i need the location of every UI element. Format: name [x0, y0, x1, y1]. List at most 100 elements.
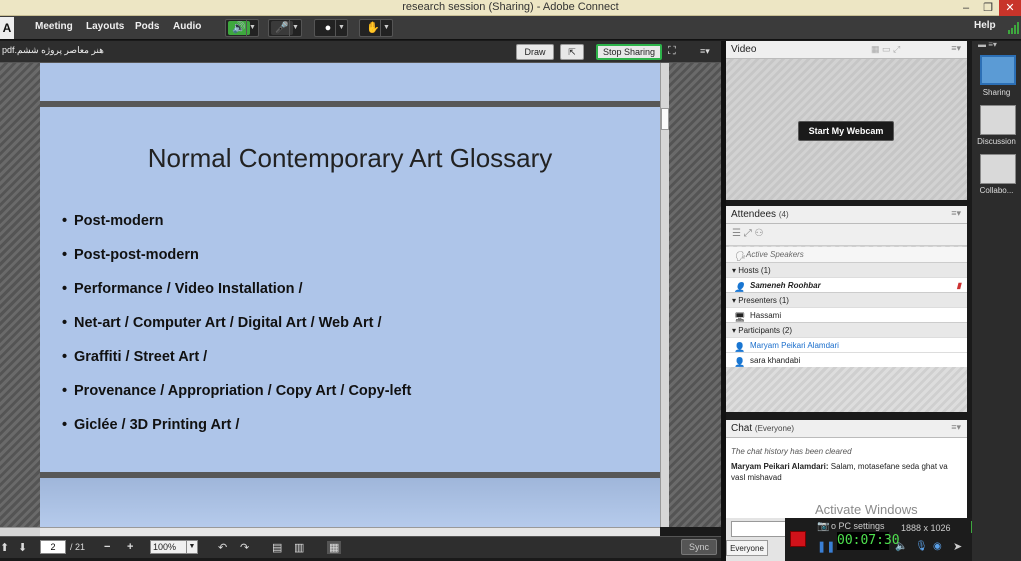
video-pod-header: Video ▦ ▭ ⤢ ≡▾	[726, 41, 967, 59]
hosts-section[interactable]: ▾ Hosts (1)	[726, 262, 967, 277]
scrollbar-thumb[interactable]	[661, 108, 669, 130]
layout-sharing-label[interactable]: Sharing	[972, 88, 1021, 97]
webcam-overlay-icon[interactable]: ◉	[933, 541, 942, 552]
stage-background	[0, 63, 40, 527]
camera-icon[interactable]: 📷	[817, 521, 829, 532]
list-item[interactable]: 👤 Sameneh Roohbar ▮	[726, 277, 967, 292]
list-item[interactable]: 🖥 Hassami	[726, 307, 967, 322]
layout-discussion-thumb[interactable]	[980, 105, 1016, 135]
volume-icon[interactable]: 🔈	[895, 541, 907, 552]
attendees-toolbar: ☰ ⤢ ⚇	[726, 224, 967, 246]
arrow-down-icon[interactable]: ⬇	[18, 541, 27, 554]
pc-settings-label: o PC settings	[831, 521, 885, 531]
menu-meeting[interactable]: Meeting	[35, 20, 73, 34]
participant-user-icon: 👤	[734, 357, 746, 367]
zoom-value: 100%	[153, 542, 177, 552]
pod-menu-icon[interactable]: ≡▾	[951, 422, 961, 433]
window-title: research session (Sharing) - Adobe Conne…	[402, 1, 619, 13]
participants-section[interactable]: ▾ Participants (2)	[726, 322, 967, 337]
speaker-button[interactable]: 🔊 ▼	[225, 19, 259, 37]
pointer-button[interactable]: ⇱	[560, 44, 584, 60]
video-layout-icons[interactable]: ▦ ▭ ⤢	[871, 44, 900, 55]
raise-hand-button[interactable]: ✋ ▼	[359, 19, 393, 37]
chevron-down-icon[interactable]: ▼	[289, 20, 301, 36]
pod-menu-icon[interactable]: ≡▾	[700, 46, 710, 57]
attendees-pod-title: Attendees (4)	[731, 209, 789, 220]
menu-audio[interactable]: Audio	[173, 20, 201, 34]
fit-width-icon[interactable]: ▤	[272, 541, 282, 554]
minimize-button[interactable]: –	[955, 0, 977, 16]
chat-target-select[interactable]: Everyone	[726, 540, 768, 556]
list-item[interactable]: 👤 Maryam Peikari Alamdari	[726, 337, 967, 352]
start-webcam-button[interactable]: Start My Webcam	[798, 121, 894, 141]
chevron-down-icon[interactable]: ▼	[380, 20, 392, 36]
list-item[interactable]: 👤 sara khandabi	[726, 352, 967, 367]
layout-discussion-label[interactable]: Discussion	[972, 137, 1021, 146]
redo-icon[interactable]: ↷	[240, 541, 249, 554]
activate-windows-watermark: Activate Windows	[815, 502, 918, 517]
draw-button[interactable]: Draw	[516, 44, 554, 60]
next-page	[40, 478, 660, 527]
stop-sharing-button[interactable]: Stop Sharing	[596, 44, 662, 60]
sync-button[interactable]: Sync	[681, 539, 717, 555]
layout-sharing-thumb[interactable]	[980, 55, 1016, 85]
chevron-down-icon[interactable]: ▼	[335, 20, 347, 36]
chevron-down-icon[interactable]: ▼	[246, 20, 258, 36]
layout-collaboration-label[interactable]: Collabo...	[972, 186, 1021, 195]
menu-bar: A Meeting Layouts Pods Audio 🔊 ▼ 🎤 ▼ ● ▼…	[0, 16, 1021, 40]
status-icon: ▮	[956, 281, 961, 290]
window-titlebar: research session (Sharing) - Adobe Conne…	[0, 0, 1021, 16]
chat-pod-header: Chat (Everyone) ≡▾	[726, 420, 967, 438]
record-stop-button[interactable]	[790, 531, 806, 547]
slide-bullet: • Graffiti / Street Art /	[62, 349, 208, 365]
zoom-in-icon[interactable]: +	[127, 541, 133, 553]
chat-pod-title: Chat (Everyone)	[731, 423, 795, 434]
webcam-button[interactable]: ● ▼	[314, 19, 348, 37]
page-number-input[interactable]	[40, 540, 66, 554]
undo-icon[interactable]: ↶	[218, 541, 227, 554]
document-navigation-bar: ⬆ ⬇ / 21 − + 100% ▼ ↶ ↷ ▤ ▥ ▦ Sync	[0, 536, 721, 558]
previous-page	[40, 63, 660, 101]
view-toggle-icons[interactable]: ☰ ⤢ ⚇	[732, 228, 764, 239]
microphone-icon[interactable]: 🎙	[915, 541, 928, 552]
slide-bullet: • Post-post-modern	[62, 247, 199, 263]
fit-page-icon[interactable]: ▥	[294, 541, 304, 554]
grid-icon[interactable]: ▦	[327, 541, 342, 554]
pause-icon[interactable]: ❚❚	[817, 540, 835, 553]
stage-background	[669, 63, 721, 527]
current-slide: Normal Contemporary Art Glossary • Post-m…	[40, 107, 660, 472]
chat-message: Maryam Peikari Alamdari: Salam, motasefa…	[731, 461, 962, 483]
zoom-out-icon[interactable]: −	[104, 541, 110, 553]
layouts-rail: ▬ ≡▾ Sharing Discussion Collabo...	[972, 40, 1021, 561]
slide-bullet: • Giclée / 3D Printing Art /	[62, 417, 240, 433]
horizontal-scrollbar[interactable]	[0, 527, 660, 536]
close-button[interactable]: ✕	[999, 0, 1021, 16]
slide-bullet: • Provenance / Appropriation / Copy Art /…	[62, 383, 412, 399]
slide-bullet: • Performance / Video Installation /	[62, 281, 303, 297]
resolution-label: 1888 x 1026	[901, 523, 951, 533]
cursor-icon[interactable]: ➤	[953, 540, 962, 553]
attendees-pod: ☰ ⤢ ⚇ 🗣 Active Speakers ▾ Hosts (1) 👤 Same…	[726, 224, 967, 412]
menu-layouts[interactable]: Layouts	[86, 20, 124, 34]
menu-help[interactable]: Help	[974, 20, 996, 31]
pod-menu-icon[interactable]: ≡▾	[951, 43, 961, 54]
maximize-button[interactable]: ❐	[977, 0, 999, 16]
slide-title: Normal Contemporary Art Glossary	[147, 143, 553, 173]
video-pod: Start My Webcam	[726, 59, 967, 200]
layout-collaboration-thumb[interactable]	[980, 154, 1016, 184]
rail-menu-icon[interactable]: ▬ ≡▾	[978, 40, 997, 49]
pointer-icon: ⇱	[568, 47, 576, 57]
presenters-section[interactable]: ▾ Presenters (1)	[726, 292, 967, 307]
arrow-up-icon[interactable]: ⬆	[0, 541, 9, 554]
scrollbar-thumb[interactable]	[40, 528, 660, 536]
vertical-scrollbar[interactable]	[660, 63, 669, 527]
zoom-select[interactable]: 100% ▼	[150, 540, 198, 554]
microphone-button[interactable]: 🎤 ▼	[268, 19, 302, 37]
chevron-down-icon: ▼	[186, 541, 197, 553]
recording-timer: 00:07:30	[837, 532, 900, 550]
pod-menu-icon[interactable]: ≡▾	[951, 208, 961, 219]
menu-pods[interactable]: Pods	[135, 20, 159, 34]
adobe-logo-icon: A	[0, 17, 14, 39]
fullscreen-icon[interactable]: ⛶	[668, 45, 676, 58]
attendees-pod-header: Attendees (4) ≡▾	[726, 206, 967, 224]
